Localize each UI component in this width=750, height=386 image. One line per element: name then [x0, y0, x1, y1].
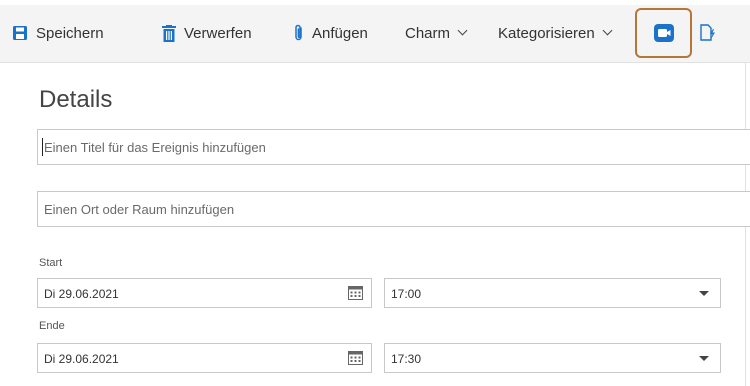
teams-meeting-button[interactable] — [654, 15, 674, 51]
event-title-placeholder: Einen Titel für das Ereignis hinzufügen — [44, 140, 266, 155]
end-time-select[interactable]: 17:30 — [384, 343, 721, 373]
text-caret — [42, 138, 43, 156]
command-toolbar: Speichern Verwerfen Anfügen Charm Katego… — [0, 5, 750, 63]
start-label: Start — [39, 257, 63, 269]
calendar-icon[interactable] — [348, 351, 363, 370]
event-title-input[interactable]: Einen Titel für das Ereignis hinzufügen — [37, 129, 750, 165]
location-input[interactable]: Einen Ort oder Raum hinzufügen — [37, 191, 750, 227]
end-date-value: Di 29.06.2021 — [44, 352, 119, 366]
dropdown-arrow-icon — [699, 356, 709, 361]
start-date-field[interactable]: Di 29.06.2021 — [37, 278, 372, 308]
discard-button[interactable]: Verwerfen — [162, 15, 252, 51]
charm-label: Charm — [405, 24, 451, 42]
end-date-field[interactable]: Di 29.06.2021 — [37, 343, 372, 373]
start-time-value: 17:00 — [391, 287, 422, 301]
details-heading: Details — [39, 86, 113, 113]
end-time-value: 17:30 — [391, 352, 422, 366]
discard-label: Verwerfen — [184, 24, 252, 42]
save-button[interactable]: Speichern — [12, 15, 104, 51]
save-label: Speichern — [36, 24, 104, 42]
categorize-dropdown[interactable]: Kategorisieren — [498, 15, 613, 51]
end-label: Ende — [39, 320, 65, 332]
paperclip-icon — [294, 24, 304, 42]
meeting-notes-button[interactable] — [700, 15, 716, 51]
meeting-notes-icon — [700, 24, 716, 42]
categorize-label: Kategorisieren — [498, 24, 595, 42]
chevron-down-icon — [457, 25, 468, 36]
attach-label: Anfügen — [312, 24, 368, 42]
calendar-icon[interactable] — [348, 286, 363, 305]
start-date-value: Di 29.06.2021 — [44, 287, 119, 301]
save-icon — [12, 25, 28, 41]
teams-meeting-icon — [654, 24, 674, 42]
chevron-down-icon — [602, 25, 613, 36]
location-placeholder: Einen Ort oder Raum hinzufügen — [44, 202, 235, 217]
start-time-select[interactable]: 17:00 — [384, 278, 721, 308]
dropdown-arrow-icon — [699, 291, 709, 296]
trash-icon — [162, 24, 176, 42]
attach-button[interactable]: Anfügen — [294, 15, 368, 51]
charm-dropdown[interactable]: Charm — [405, 15, 468, 51]
